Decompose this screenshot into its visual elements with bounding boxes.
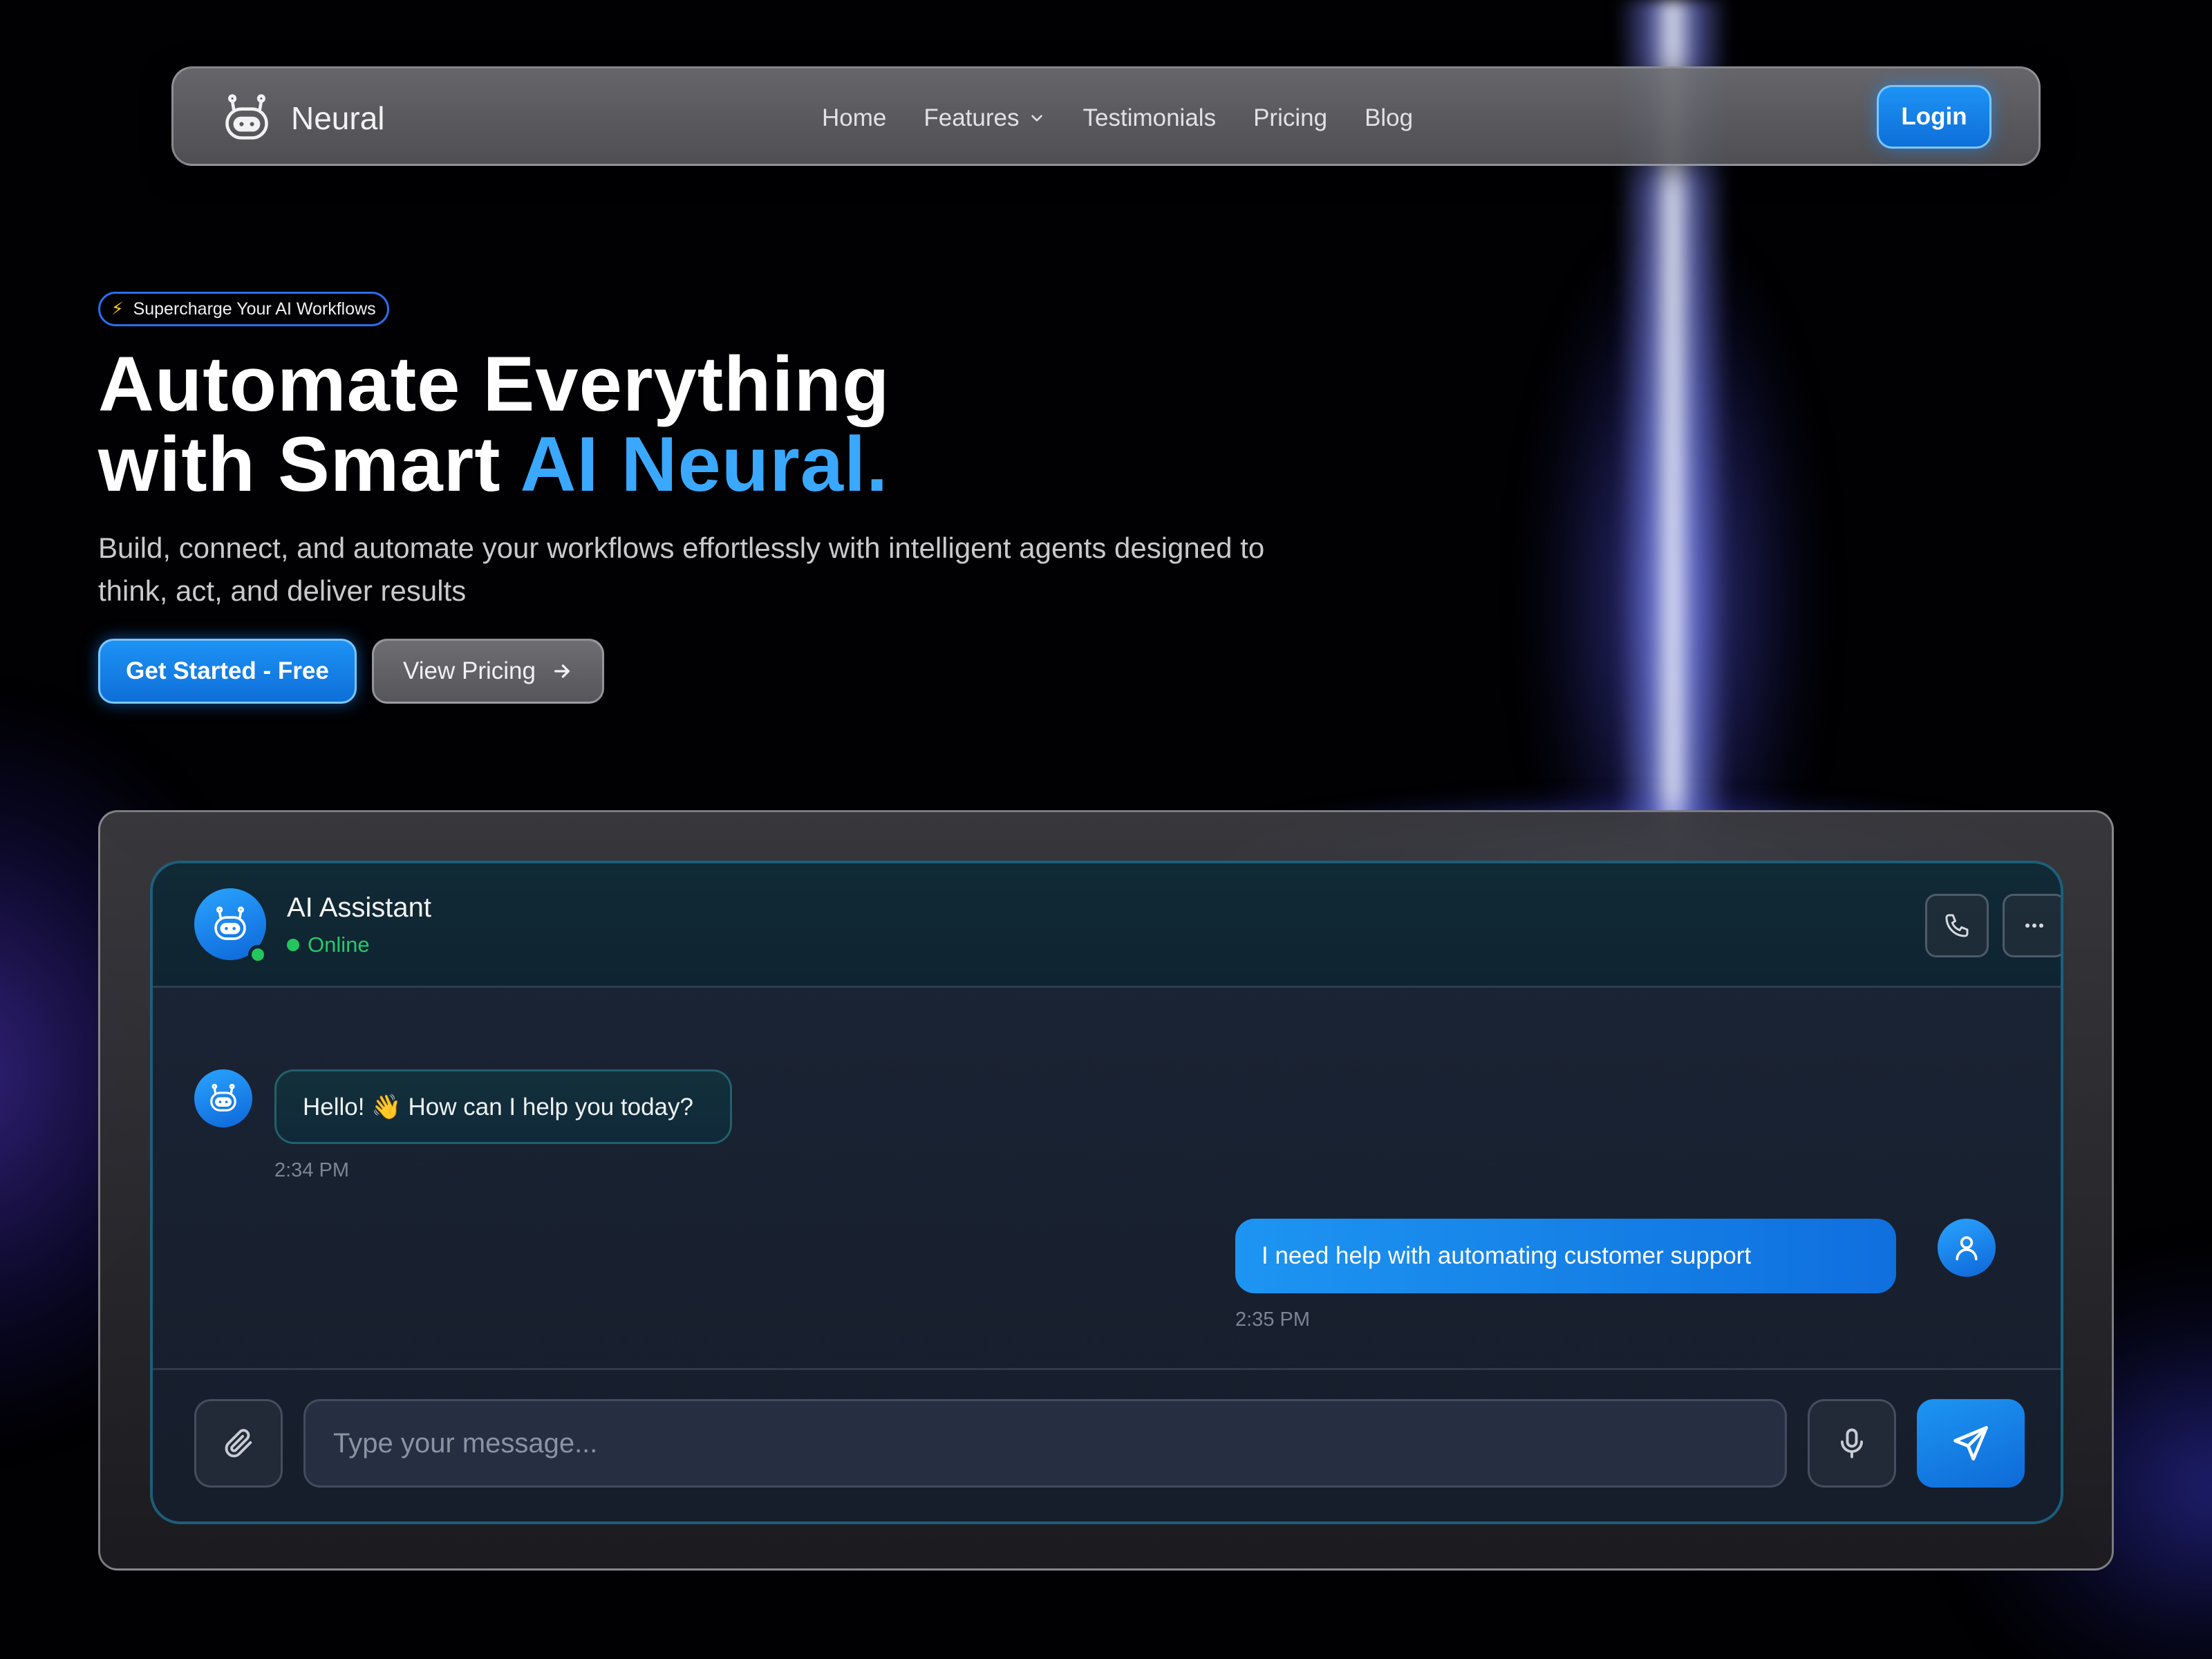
login-button[interactable]: Login	[1877, 85, 1991, 149]
bot-message-bubble: Hello! 👋 How can I help you today?	[274, 1069, 732, 1144]
phone-icon	[1945, 914, 1969, 937]
status-text: Online	[308, 932, 370, 957]
user-icon	[1956, 1236, 1978, 1261]
more-horizontal-icon	[2025, 924, 2043, 928]
nav-features-label: Features	[924, 104, 1020, 131]
lightning-icon: ⚡	[111, 299, 124, 319]
hero-title-accent: AI Neural.	[520, 421, 889, 507]
user-message-time: 2:35 PM	[1235, 1309, 1310, 1331]
user-avatar	[1938, 1219, 1996, 1277]
view-pricing-button[interactable]: View Pricing	[372, 639, 604, 704]
bot-message-avatar	[194, 1069, 252, 1127]
paperclip-icon	[225, 1429, 252, 1458]
brand-name: Neural	[291, 100, 385, 136]
assistant-status: Online	[287, 932, 370, 957]
online-indicator	[248, 945, 268, 964]
chat-header: AI Assistant Online	[153, 863, 2061, 988]
view-pricing-label: View Pricing	[403, 657, 536, 684]
chat-window: AI Assistant Online Hello! 👋 How can I h…	[150, 861, 2063, 1524]
nav-blog[interactable]: Blog	[1365, 104, 1413, 132]
more-options-button[interactable]	[2003, 894, 2061, 957]
send-button[interactable]	[1917, 1399, 2025, 1488]
attach-button[interactable]	[194, 1399, 283, 1488]
arrow-right-icon	[554, 664, 570, 678]
hero-subtitle: Build, connect, and automate your workfl…	[98, 532, 1265, 607]
nav-features[interactable]: Features	[924, 104, 1045, 132]
hero-title: Automate Everything with Smart AI Neural…	[98, 344, 890, 505]
message-input[interactable]	[303, 1399, 1787, 1488]
microphone-button[interactable]	[1808, 1399, 1896, 1488]
nav-testimonials[interactable]: Testimonials	[1083, 104, 1217, 132]
page: Neural Home Features Testimonials Pricin…	[0, 0, 2212, 1659]
robot-icon	[210, 1083, 236, 1112]
hero-title-line2: with Smart	[98, 421, 521, 507]
chat-input-bar	[153, 1368, 2061, 1521]
navbar: Neural Home Features Testimonials Pricin…	[171, 66, 2041, 166]
nav-links: Home Features Testimonials Pricing Blog	[822, 68, 1413, 168]
user-message-bubble: I need help with automating customer sup…	[1235, 1219, 1896, 1293]
send-icon	[1953, 1426, 1988, 1461]
assistant-name: AI Assistant	[287, 892, 431, 923]
bot-message-time: 2:34 PM	[274, 1159, 349, 1181]
robot-icon	[225, 94, 268, 140]
chat-demo-frame: AI Assistant Online Hello! 👋 How can I h…	[98, 810, 2114, 1571]
call-button[interactable]	[1925, 894, 1989, 957]
brand[interactable]: Neural	[221, 89, 385, 147]
nav-home[interactable]: Home	[822, 104, 886, 132]
hero-title-line1: Automate Everything	[98, 341, 890, 427]
status-dot	[287, 939, 299, 951]
hero-badge-text: Supercharge Your AI Workflows	[133, 299, 376, 319]
get-started-button[interactable]: Get Started - Free	[98, 639, 357, 704]
robot-icon	[214, 906, 246, 940]
hero-badge: ⚡ Supercharge Your AI Workflows	[98, 292, 389, 326]
microphone-icon	[1840, 1428, 1864, 1459]
nav-pricing[interactable]: Pricing	[1253, 104, 1327, 132]
chevron-down-icon	[1031, 115, 1042, 122]
